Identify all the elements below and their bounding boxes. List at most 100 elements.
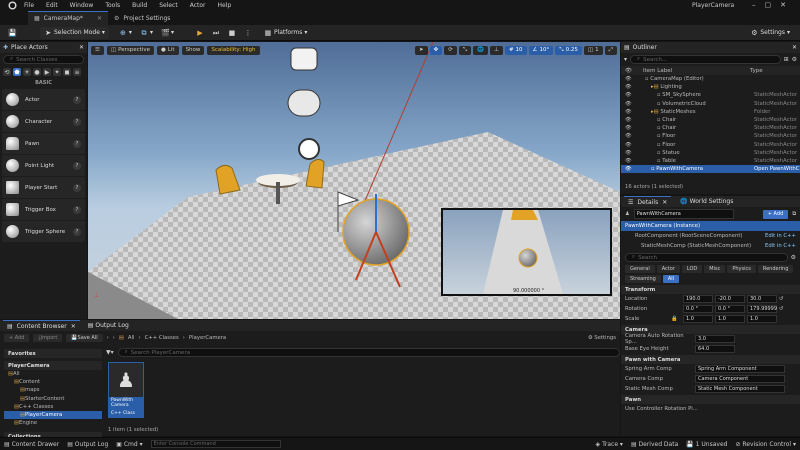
forward-icon[interactable]: › bbox=[113, 335, 115, 341]
add-content-button[interactable]: ⊕ ▾ bbox=[115, 27, 136, 39]
filter-all[interactable]: All bbox=[662, 275, 680, 283]
outliner-search[interactable]: ⌕ Search... bbox=[630, 55, 781, 64]
actor-item[interactable]: Actor? bbox=[2, 89, 85, 110]
stop-button[interactable]: ■ bbox=[224, 27, 240, 39]
outliner-row[interactable]: 👁 ▫ Floor StaticMeshActor bbox=[621, 132, 800, 140]
rotation-x[interactable]: 0.0 ° bbox=[683, 305, 713, 313]
rotation-z[interactable]: 179.99999 bbox=[747, 305, 777, 313]
menu-help[interactable]: Help bbox=[218, 2, 232, 9]
add-component-button[interactable]: + Add bbox=[762, 209, 789, 219]
filter-icon[interactable]: ▾ bbox=[624, 56, 627, 63]
edit-cpp-link[interactable]: Edit in C++ bbox=[765, 233, 796, 239]
breadcrumb-cpp-classes[interactable]: C++ Classes bbox=[145, 335, 179, 341]
camera-comp-dropdown[interactable]: Camera Component bbox=[695, 375, 785, 383]
location-z[interactable]: 30.0 bbox=[747, 295, 777, 303]
outliner-row[interactable]: 👁 ▫ VolumetricCloud StaticMeshActor bbox=[621, 100, 800, 108]
console-input[interactable]: Enter Console Command bbox=[150, 440, 281, 448]
cinematic-icon[interactable]: ▶ bbox=[43, 68, 51, 76]
visibility-icon[interactable]: 👁 bbox=[621, 92, 639, 98]
all-classes-icon[interactable]: ≡ bbox=[73, 68, 81, 76]
folder-tree-item[interactable]: ▤ All bbox=[4, 370, 102, 378]
menu-file[interactable]: File bbox=[24, 2, 34, 9]
spring-arm-dropdown[interactable]: Spring Arm Component bbox=[695, 365, 785, 373]
settings-button[interactable]: ⚙ Settings bbox=[588, 335, 616, 341]
selection-mode-dropdown[interactable]: ➤ Selection Mode ▾ bbox=[40, 26, 109, 39]
scalability-button[interactable]: Scalability: High bbox=[207, 45, 260, 55]
filter-streaming[interactable]: Streaming bbox=[625, 275, 661, 283]
trace-button[interactable]: ◈ Trace ▾ bbox=[596, 441, 623, 448]
filter-actor[interactable]: Actor bbox=[656, 265, 680, 273]
add-folder-icon[interactable]: ⊞ bbox=[784, 56, 789, 63]
base-eye-height-field[interactable]: 64.0 bbox=[695, 345, 735, 353]
level-viewport[interactable]: ☰ ◫ Perspective ● Lit Show Scalability: Hi… bbox=[88, 42, 620, 319]
component-instance[interactable]: PawnWithCamera (Instance) bbox=[621, 221, 800, 231]
step-button[interactable]: ⏭ bbox=[208, 27, 224, 39]
close-icon[interactable]: ✕ bbox=[97, 15, 102, 22]
lock-icon[interactable]: 🔒 bbox=[671, 316, 681, 322]
location-y[interactable]: -20.0 bbox=[715, 295, 745, 303]
derived-data-button[interactable]: ▤ Derived Data bbox=[631, 441, 678, 448]
lit-button[interactable]: ● Lit bbox=[157, 45, 179, 55]
location-x[interactable]: 190.0 bbox=[683, 295, 713, 303]
scale-x[interactable]: 1.0 bbox=[683, 315, 713, 323]
folder-tree-item[interactable]: ▤ Engine bbox=[4, 419, 102, 427]
visibility-icon[interactable]: 👁 bbox=[621, 117, 639, 123]
scale-snap-button[interactable]: ⤡ 0.25 bbox=[555, 45, 582, 55]
cmd-dropdown[interactable]: ▣ Cmd ▾ bbox=[116, 441, 142, 448]
reset-icon[interactable]: ↺ bbox=[779, 306, 783, 312]
blueprint-button[interactable]: ⧉ ▾ bbox=[136, 27, 157, 39]
window-controls[interactable]: –▢✕ bbox=[752, 1, 795, 9]
menu-window[interactable]: Window bbox=[70, 2, 94, 9]
menu-select[interactable]: Select bbox=[159, 2, 178, 9]
rotation-y[interactable]: 0.0 ° bbox=[715, 305, 745, 313]
play-button[interactable]: ▶ bbox=[192, 27, 208, 39]
asset-tile[interactable]: ♟ PawnWith Camera C++ Class bbox=[108, 362, 144, 418]
asset-search[interactable]: ⌕ Search PlayerCamera bbox=[117, 348, 620, 357]
outliner-row[interactable]: 👁 ▫ Chair StaticMeshActor bbox=[621, 124, 800, 132]
platforms-button[interactable]: ▦ Platforms ▾ bbox=[260, 27, 311, 39]
visibility-icon[interactable]: 👁 bbox=[621, 76, 639, 82]
folder-tree-item[interactable]: ▤ StarterContent bbox=[4, 395, 102, 403]
component-mesh[interactable]: StaticMeshComp (StaticMeshComponent) Edit… bbox=[621, 241, 800, 251]
filter-general[interactable]: General bbox=[625, 265, 655, 273]
lights-icon[interactable]: ☀ bbox=[23, 68, 31, 76]
visibility-icon[interactable]: 👁 bbox=[621, 101, 639, 107]
translate-tool-icon[interactable]: ✥ bbox=[429, 45, 443, 55]
folder-tree-item[interactable]: ▤ PlayerCamera bbox=[4, 410, 102, 420]
help-icon[interactable]: ? bbox=[73, 139, 81, 148]
menu-actor[interactable]: Actor bbox=[190, 2, 206, 9]
help-icon[interactable]: ? bbox=[73, 205, 81, 214]
pawn-section[interactable]: Pawn bbox=[621, 395, 800, 404]
pawn-item[interactable]: Pawn? bbox=[2, 133, 85, 154]
tab-content-browser[interactable]: ▤ Content Browser ✕ bbox=[3, 320, 80, 331]
scale-tool-icon[interactable]: ⤡ bbox=[458, 45, 472, 55]
filter-physics[interactable]: Physics bbox=[727, 265, 756, 273]
help-icon[interactable]: ? bbox=[73, 161, 81, 170]
unreal-logo-icon[interactable] bbox=[0, 1, 24, 10]
component-root[interactable]: RootComponent (RootSceneComponent) Edit i… bbox=[621, 231, 800, 241]
actor-name-field[interactable]: PawnWithCamera bbox=[633, 209, 734, 219]
camera-rotation-speed-field[interactable]: 3.0 bbox=[695, 335, 735, 343]
visual-effects-icon[interactable]: ✦ bbox=[53, 68, 61, 76]
help-icon[interactable]: ? bbox=[73, 117, 81, 126]
menu-build[interactable]: Build bbox=[132, 2, 147, 9]
favorites-section[interactable]: Favorites bbox=[4, 349, 102, 358]
menu-tools[interactable]: Tools bbox=[105, 2, 120, 9]
edit-cpp-link[interactable]: Edit in C++ bbox=[765, 243, 796, 249]
select-tool-icon[interactable]: ➤ bbox=[415, 45, 428, 55]
add-button[interactable]: + Add bbox=[4, 333, 30, 342]
visibility-icon[interactable]: 👁 bbox=[621, 133, 639, 139]
character-item[interactable]: Character? bbox=[2, 111, 85, 132]
volumes-icon[interactable]: ◼ bbox=[63, 68, 71, 76]
filter-rendering[interactable]: Rendering bbox=[757, 265, 794, 273]
viewport-options-button[interactable]: ☰ bbox=[91, 45, 104, 55]
sequencer-button[interactable]: 🎬 ▾ bbox=[157, 27, 178, 39]
surface-snap-icon[interactable]: ⊥ bbox=[490, 45, 503, 55]
gear-icon[interactable]: ⚙ bbox=[791, 254, 796, 261]
tab-details[interactable]: ☰ Details ✕ bbox=[624, 196, 672, 207]
outliner-row[interactable]: 👁 ▸▤ StaticMeshes Folder bbox=[621, 108, 800, 116]
folder-tree-item[interactable]: ▤ C++ Classes bbox=[4, 403, 102, 411]
content-drawer-button[interactable]: ▤ Content Drawer bbox=[4, 441, 59, 448]
folder-tree-item[interactable]: ▤ Content bbox=[4, 378, 102, 386]
unsaved-button[interactable]: 💾 1 Unsaved bbox=[686, 441, 727, 448]
